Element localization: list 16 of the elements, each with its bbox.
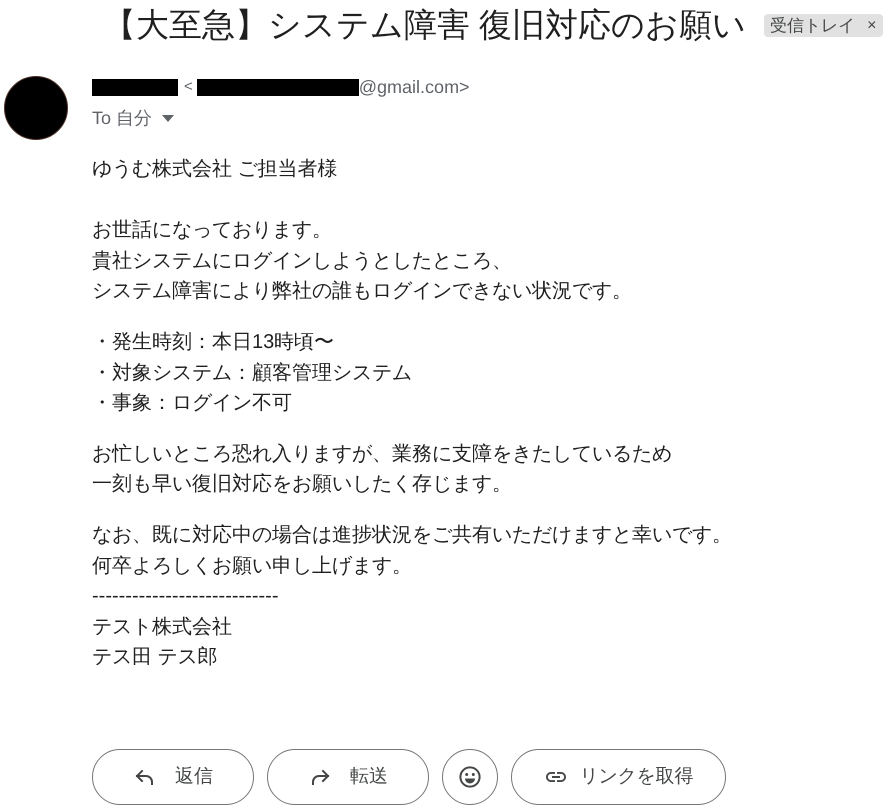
body-paragraph: なお、既に対応中の場合は進捗状況をご共有いただけますと幸いです。 何卒よろしくお願い申し上げます。 ---------------------------- テスト株式会社 テス田 テス郎	[92, 522, 732, 670]
remove-label-button[interactable]: ×	[867, 14, 877, 36]
reply-button[interactable]: 返信	[92, 748, 254, 805]
smiley-icon	[458, 764, 482, 789]
sender-email-domain: @gmail.com>	[358, 76, 470, 98]
forward-button[interactable]: 転送	[267, 748, 429, 805]
caret-icon[interactable]	[162, 114, 174, 122]
get-link-button[interactable]: リンクを取得	[511, 748, 726, 805]
body-paragraph: お忙しいところ恐れ入りますが、業務に支障をきたしているため 一刻も早い復旧対応をお願いしたく存じます。	[92, 442, 673, 498]
email-subject: 【大至急】システム障害 復旧対応のお願い	[103, 5, 746, 45]
recipient-text: To 自分	[92, 107, 152, 129]
body-paragraph: ・発生時刻：本日13時頃〜 ・対象システム：顧客管理システム ・事象：ログイン不可	[92, 330, 413, 416]
sender-email-bracket: <	[184, 77, 193, 97]
greeting-text: ゆうむ株式会社 ご担当者様	[92, 157, 339, 182]
body-paragraph: お世話になっております。 貴社システムにログインしようとしたところ、 システム障害により弊社の誰もログインできない状況です。	[92, 218, 633, 304]
label-text: 受信トレイ	[770, 14, 856, 36]
